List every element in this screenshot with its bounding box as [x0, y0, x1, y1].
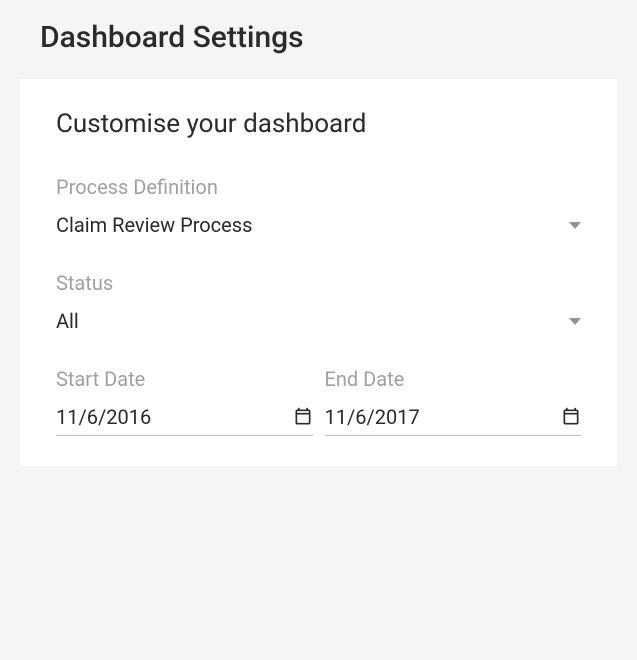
start-date-field: Start Date 11/6/2016 — [56, 367, 313, 436]
status-select[interactable]: All — [56, 309, 581, 335]
status-value: All — [56, 309, 79, 333]
status-field: Status All — [56, 271, 581, 335]
process-definition-value: Claim Review Process — [56, 213, 252, 237]
card-title: Customise your dashboard — [56, 109, 581, 139]
calendar-icon — [561, 407, 581, 427]
process-definition-label: Process Definition — [56, 175, 581, 199]
date-row: Start Date 11/6/2016 End Date 11/6/2017 — [56, 367, 581, 436]
chevron-down-icon — [569, 318, 581, 325]
chevron-down-icon — [569, 222, 581, 229]
start-date-input[interactable]: 11/6/2016 — [56, 405, 313, 436]
end-date-value: 11/6/2017 — [325, 405, 420, 429]
calendar-icon — [293, 407, 313, 427]
end-date-field: End Date 11/6/2017 — [325, 367, 582, 436]
end-date-input[interactable]: 11/6/2017 — [325, 405, 582, 436]
end-date-label: End Date — [325, 367, 582, 391]
process-definition-select[interactable]: Claim Review Process — [56, 213, 581, 239]
process-definition-field: Process Definition Claim Review Process — [56, 175, 581, 239]
start-date-label: Start Date — [56, 367, 313, 391]
settings-card: Customise your dashboard Process Definit… — [20, 79, 617, 466]
status-label: Status — [56, 271, 581, 295]
page-title: Dashboard Settings — [40, 20, 617, 55]
start-date-value: 11/6/2016 — [56, 405, 151, 429]
